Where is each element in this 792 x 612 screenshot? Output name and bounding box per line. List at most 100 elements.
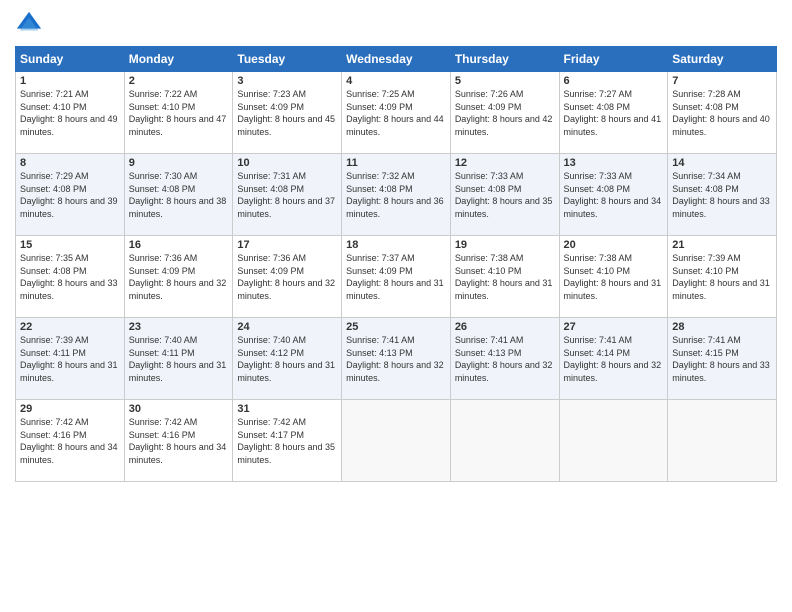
- logo-icon: [15, 10, 43, 38]
- day-info: Sunrise: 7:33 AM Sunset: 4:08 PM Dayligh…: [564, 170, 664, 220]
- day-cell: 21 Sunrise: 7:39 AM Sunset: 4:10 PM Dayl…: [668, 236, 777, 318]
- weekday-header-wednesday: Wednesday: [342, 47, 451, 72]
- day-info: Sunrise: 7:21 AM Sunset: 4:10 PM Dayligh…: [20, 88, 120, 138]
- day-cell: 2 Sunrise: 7:22 AM Sunset: 4:10 PM Dayli…: [124, 72, 233, 154]
- day-number: 13: [564, 157, 664, 169]
- day-cell: 11 Sunrise: 7:32 AM Sunset: 4:08 PM Dayl…: [342, 154, 451, 236]
- day-cell: 22 Sunrise: 7:39 AM Sunset: 4:11 PM Dayl…: [16, 318, 125, 400]
- day-cell: 19 Sunrise: 7:38 AM Sunset: 4:10 PM Dayl…: [450, 236, 559, 318]
- day-info: Sunrise: 7:41 AM Sunset: 4:13 PM Dayligh…: [455, 334, 555, 384]
- logo: [15, 10, 47, 38]
- day-cell: 15 Sunrise: 7:35 AM Sunset: 4:08 PM Dayl…: [16, 236, 125, 318]
- day-number: 22: [20, 321, 120, 333]
- day-info: Sunrise: 7:41 AM Sunset: 4:14 PM Dayligh…: [564, 334, 664, 384]
- day-number: 4: [346, 75, 446, 87]
- day-info: Sunrise: 7:30 AM Sunset: 4:08 PM Dayligh…: [129, 170, 229, 220]
- day-cell: [342, 400, 451, 482]
- day-number: 11: [346, 157, 446, 169]
- day-number: 3: [237, 75, 337, 87]
- weekday-header-row: SundayMondayTuesdayWednesdayThursdayFrid…: [16, 47, 777, 72]
- day-cell: 12 Sunrise: 7:33 AM Sunset: 4:08 PM Dayl…: [450, 154, 559, 236]
- day-number: 17: [237, 239, 337, 251]
- day-info: Sunrise: 7:29 AM Sunset: 4:08 PM Dayligh…: [20, 170, 120, 220]
- day-info: Sunrise: 7:42 AM Sunset: 4:16 PM Dayligh…: [20, 416, 120, 466]
- day-cell: 4 Sunrise: 7:25 AM Sunset: 4:09 PM Dayli…: [342, 72, 451, 154]
- calendar-table: SundayMondayTuesdayWednesdayThursdayFrid…: [15, 46, 777, 482]
- day-info: Sunrise: 7:28 AM Sunset: 4:08 PM Dayligh…: [672, 88, 772, 138]
- day-number: 2: [129, 75, 229, 87]
- day-number: 27: [564, 321, 664, 333]
- day-cell: 20 Sunrise: 7:38 AM Sunset: 4:10 PM Dayl…: [559, 236, 668, 318]
- day-cell: 30 Sunrise: 7:42 AM Sunset: 4:16 PM Dayl…: [124, 400, 233, 482]
- day-info: Sunrise: 7:36 AM Sunset: 4:09 PM Dayligh…: [129, 252, 229, 302]
- day-cell: 23 Sunrise: 7:40 AM Sunset: 4:11 PM Dayl…: [124, 318, 233, 400]
- day-info: Sunrise: 7:25 AM Sunset: 4:09 PM Dayligh…: [346, 88, 446, 138]
- day-cell: 29 Sunrise: 7:42 AM Sunset: 4:16 PM Dayl…: [16, 400, 125, 482]
- day-number: 14: [672, 157, 772, 169]
- day-cell: [450, 400, 559, 482]
- day-cell: [559, 400, 668, 482]
- day-cell: 9 Sunrise: 7:30 AM Sunset: 4:08 PM Dayli…: [124, 154, 233, 236]
- week-row-5: 29 Sunrise: 7:42 AM Sunset: 4:16 PM Dayl…: [16, 400, 777, 482]
- day-number: 23: [129, 321, 229, 333]
- day-cell: [668, 400, 777, 482]
- day-number: 24: [237, 321, 337, 333]
- day-number: 8: [20, 157, 120, 169]
- day-number: 6: [564, 75, 664, 87]
- day-info: Sunrise: 7:37 AM Sunset: 4:09 PM Dayligh…: [346, 252, 446, 302]
- day-number: 20: [564, 239, 664, 251]
- day-number: 16: [129, 239, 229, 251]
- header: [15, 10, 777, 38]
- day-info: Sunrise: 7:23 AM Sunset: 4:09 PM Dayligh…: [237, 88, 337, 138]
- day-cell: 16 Sunrise: 7:36 AM Sunset: 4:09 PM Dayl…: [124, 236, 233, 318]
- day-info: Sunrise: 7:35 AM Sunset: 4:08 PM Dayligh…: [20, 252, 120, 302]
- day-cell: 31 Sunrise: 7:42 AM Sunset: 4:17 PM Dayl…: [233, 400, 342, 482]
- day-number: 12: [455, 157, 555, 169]
- day-info: Sunrise: 7:39 AM Sunset: 4:11 PM Dayligh…: [20, 334, 120, 384]
- day-cell: 28 Sunrise: 7:41 AM Sunset: 4:15 PM Dayl…: [668, 318, 777, 400]
- day-cell: 26 Sunrise: 7:41 AM Sunset: 4:13 PM Dayl…: [450, 318, 559, 400]
- day-number: 31: [237, 403, 337, 415]
- day-cell: 7 Sunrise: 7:28 AM Sunset: 4:08 PM Dayli…: [668, 72, 777, 154]
- day-number: 30: [129, 403, 229, 415]
- day-info: Sunrise: 7:32 AM Sunset: 4:08 PM Dayligh…: [346, 170, 446, 220]
- day-number: 15: [20, 239, 120, 251]
- day-info: Sunrise: 7:38 AM Sunset: 4:10 PM Dayligh…: [564, 252, 664, 302]
- day-info: Sunrise: 7:41 AM Sunset: 4:13 PM Dayligh…: [346, 334, 446, 384]
- week-row-3: 15 Sunrise: 7:35 AM Sunset: 4:08 PM Dayl…: [16, 236, 777, 318]
- day-number: 21: [672, 239, 772, 251]
- weekday-header-thursday: Thursday: [450, 47, 559, 72]
- weekday-header-tuesday: Tuesday: [233, 47, 342, 72]
- week-row-1: 1 Sunrise: 7:21 AM Sunset: 4:10 PM Dayli…: [16, 72, 777, 154]
- weekday-header-monday: Monday: [124, 47, 233, 72]
- day-info: Sunrise: 7:41 AM Sunset: 4:15 PM Dayligh…: [672, 334, 772, 384]
- day-number: 29: [20, 403, 120, 415]
- day-cell: 5 Sunrise: 7:26 AM Sunset: 4:09 PM Dayli…: [450, 72, 559, 154]
- week-row-2: 8 Sunrise: 7:29 AM Sunset: 4:08 PM Dayli…: [16, 154, 777, 236]
- day-info: Sunrise: 7:36 AM Sunset: 4:09 PM Dayligh…: [237, 252, 337, 302]
- weekday-header-friday: Friday: [559, 47, 668, 72]
- week-row-4: 22 Sunrise: 7:39 AM Sunset: 4:11 PM Dayl…: [16, 318, 777, 400]
- day-cell: 18 Sunrise: 7:37 AM Sunset: 4:09 PM Dayl…: [342, 236, 451, 318]
- day-number: 1: [20, 75, 120, 87]
- day-number: 26: [455, 321, 555, 333]
- day-info: Sunrise: 7:40 AM Sunset: 4:11 PM Dayligh…: [129, 334, 229, 384]
- day-info: Sunrise: 7:39 AM Sunset: 4:10 PM Dayligh…: [672, 252, 772, 302]
- weekday-header-sunday: Sunday: [16, 47, 125, 72]
- day-cell: 1 Sunrise: 7:21 AM Sunset: 4:10 PM Dayli…: [16, 72, 125, 154]
- day-cell: 13 Sunrise: 7:33 AM Sunset: 4:08 PM Dayl…: [559, 154, 668, 236]
- day-number: 18: [346, 239, 446, 251]
- day-number: 9: [129, 157, 229, 169]
- day-number: 25: [346, 321, 446, 333]
- day-number: 7: [672, 75, 772, 87]
- day-cell: 17 Sunrise: 7:36 AM Sunset: 4:09 PM Dayl…: [233, 236, 342, 318]
- day-info: Sunrise: 7:27 AM Sunset: 4:08 PM Dayligh…: [564, 88, 664, 138]
- day-cell: 6 Sunrise: 7:27 AM Sunset: 4:08 PM Dayli…: [559, 72, 668, 154]
- day-cell: 8 Sunrise: 7:29 AM Sunset: 4:08 PM Dayli…: [16, 154, 125, 236]
- day-info: Sunrise: 7:40 AM Sunset: 4:12 PM Dayligh…: [237, 334, 337, 384]
- day-cell: 27 Sunrise: 7:41 AM Sunset: 4:14 PM Dayl…: [559, 318, 668, 400]
- day-cell: 25 Sunrise: 7:41 AM Sunset: 4:13 PM Dayl…: [342, 318, 451, 400]
- day-cell: 10 Sunrise: 7:31 AM Sunset: 4:08 PM Dayl…: [233, 154, 342, 236]
- day-info: Sunrise: 7:42 AM Sunset: 4:16 PM Dayligh…: [129, 416, 229, 466]
- day-info: Sunrise: 7:38 AM Sunset: 4:10 PM Dayligh…: [455, 252, 555, 302]
